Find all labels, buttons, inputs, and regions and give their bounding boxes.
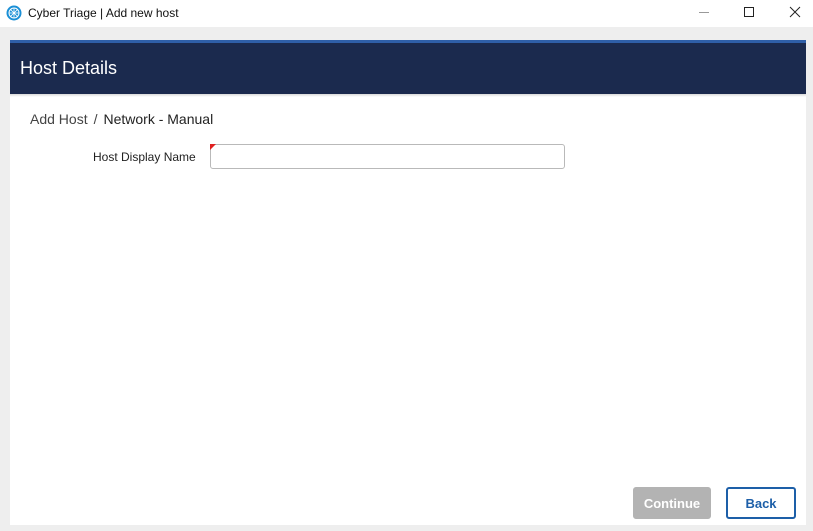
breadcrumb: Add Host / Network - Manual [30, 111, 213, 127]
close-icon [789, 5, 801, 23]
page-header: Host Details [10, 40, 806, 94]
host-display-name-label: Host Display Name [93, 150, 196, 164]
breadcrumb-item-add-host: Add Host [30, 111, 88, 127]
minimize-button[interactable] [681, 0, 727, 27]
window-titlebar: Cyber Triage | Add new host [0, 0, 813, 27]
window-title: Cyber Triage | Add new host [28, 6, 179, 20]
host-display-name-input[interactable] [210, 144, 565, 169]
breadcrumb-separator: / [93, 111, 98, 127]
close-button[interactable] [772, 0, 813, 27]
maximize-button[interactable] [726, 0, 772, 27]
header-divider [10, 94, 806, 97]
page-title: Host Details [20, 58, 118, 78]
cyber-triage-logo-icon [6, 5, 22, 21]
minimize-icon [698, 5, 710, 23]
required-field-marker [210, 144, 216, 150]
breadcrumb-item-current: Network - Manual [103, 111, 214, 127]
continue-button[interactable]: Continue [633, 487, 711, 519]
maximize-icon [743, 5, 755, 23]
back-button[interactable]: Back [726, 487, 796, 519]
